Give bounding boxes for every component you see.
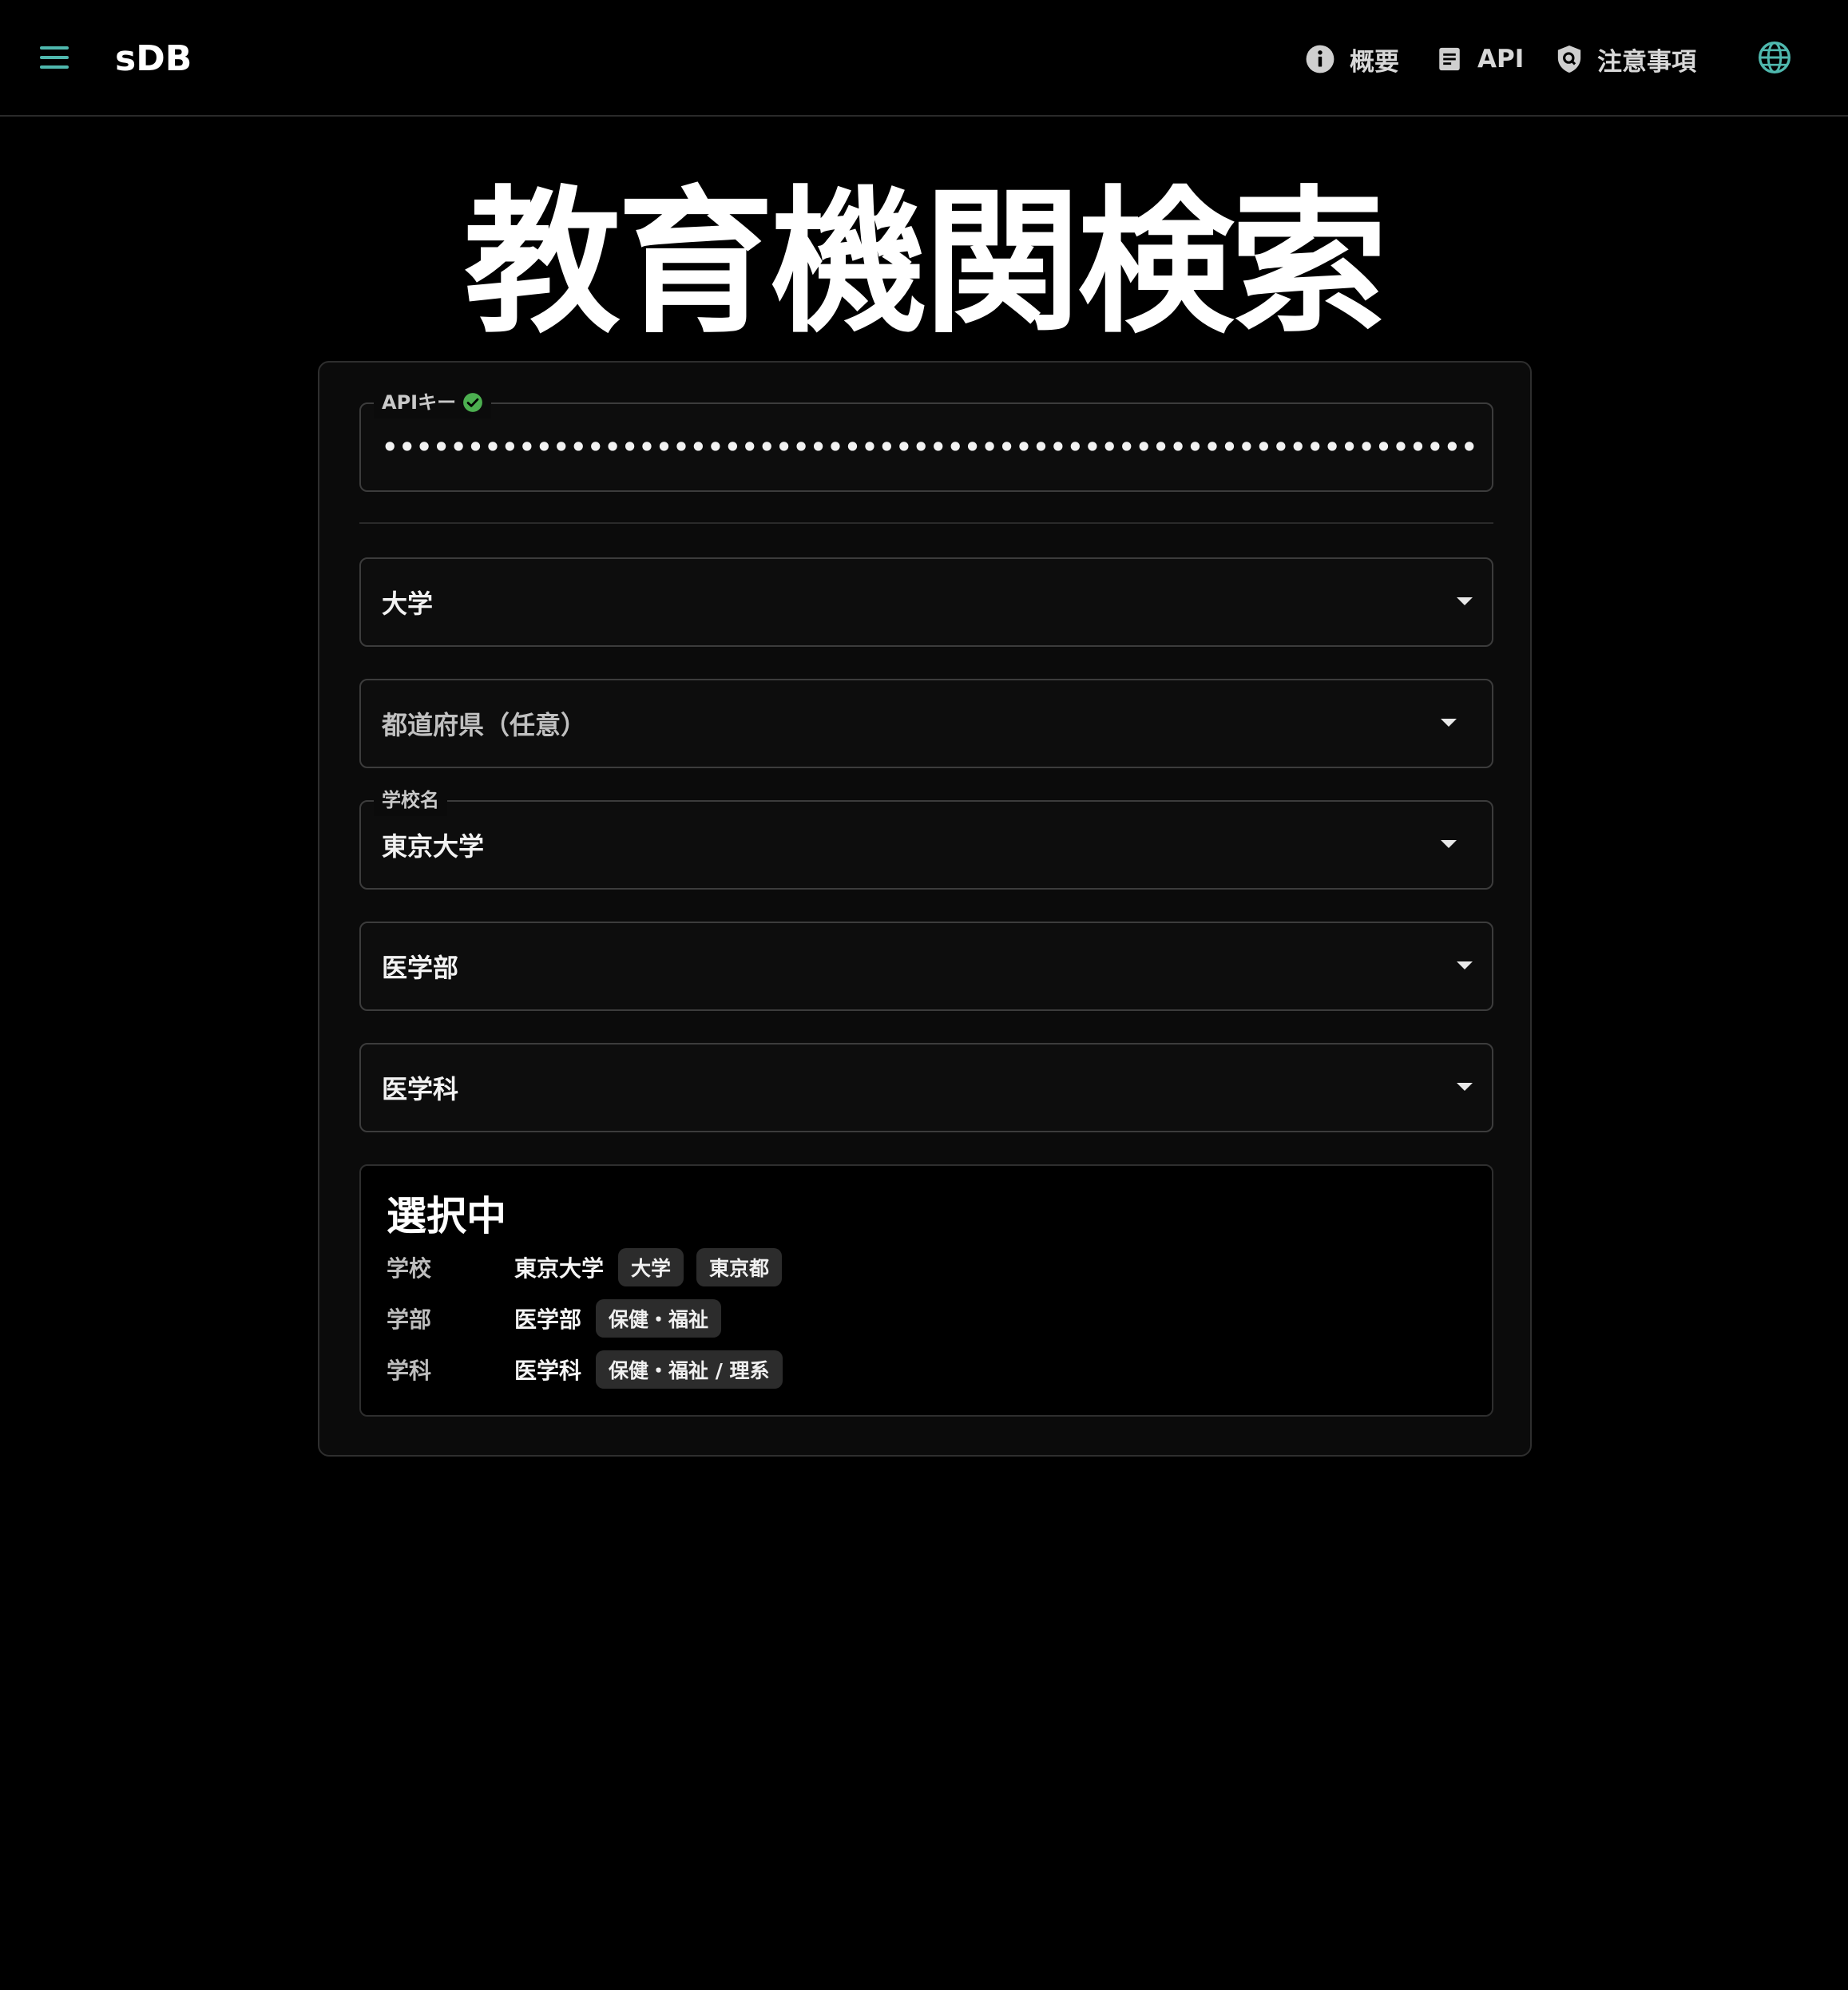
summary-value: 医学部 [514,1306,582,1333]
chevron-down-icon [1457,961,1473,969]
summary-key: 学科 [387,1358,432,1384]
school-name-select[interactable]: 学校名 東京大学 [359,784,1493,890]
faculty-select[interactable]: 医学部 [359,922,1493,1011]
summary-row-faculty: 学部 医学部 保健・福祉 [387,1298,734,1338]
globe-icon[interactable] [1757,40,1792,75]
nav-notes[interactable]: 注意事項 [1556,37,1696,81]
school-name-value: 東京大学 [382,831,485,862]
tag-chip: 大学 [618,1248,684,1286]
prefecture-select[interactable]: 都道府県（任意） [359,679,1493,768]
divider [359,522,1493,524]
api-key-field[interactable]: APIキー ••••••••••••••••••••••••••••••••••… [359,387,1493,492]
faculty-value: 医学部 [382,953,459,983]
app-bar: sDB 概要 API 注意事項 [0,0,1848,117]
tag-chip: 保健・福祉 / 理系 [596,1350,783,1389]
summary-value: 東京大学 [514,1255,605,1282]
nav-overview-label: 概要 [1350,47,1399,77]
school-type-select[interactable]: 大学 [359,557,1493,647]
search-panel: APIキー ••••••••••••••••••••••••••••••••••… [318,361,1532,1457]
chevron-down-icon [1457,597,1473,605]
summary-value: 医学科 [514,1358,582,1384]
department-value: 医学科 [382,1074,459,1104]
document-icon [1436,45,1463,73]
summary-row-department: 学科 医学科 保健・福祉 / 理系 [387,1350,795,1389]
info-icon [1305,44,1335,74]
page-title: 教育機関検索 [463,172,1387,355]
summary-key: 学校 [387,1255,432,1282]
nav-notes-label: 注意事項 [1597,47,1696,77]
nav-overview[interactable]: 概要 [1305,37,1399,81]
chevron-down-icon [1457,1083,1473,1091]
prefecture-placeholder: 都道府県（任意） [382,710,587,740]
summary-key: 学部 [387,1306,432,1333]
tag-chip: 保健・福祉 [596,1299,722,1338]
shield-icon [1556,44,1583,74]
chevron-down-icon [1441,719,1457,727]
menu-icon[interactable] [37,42,72,73]
nav-api-label: API [1477,45,1525,73]
tag-chip: 東京都 [696,1248,783,1286]
summary-title: 選択中 [387,1193,506,1239]
school-type-value: 大学 [382,589,434,619]
chevron-down-icon [1441,840,1457,848]
nav-api[interactable]: API [1436,37,1524,81]
department-select[interactable]: 医学科 [359,1043,1493,1132]
api-key-input[interactable]: ••••••••••••••••••••••••••••••••••••••••… [382,404,1478,490]
brand-logo[interactable]: sDB [115,35,192,83]
summary-row-school: 学校 東京大学 大学 東京都 [387,1247,795,1287]
selected-summary: 選択中 学校 東京大学 大学 東京都 学部 医学部 保健・福祉 学科 医学科 保… [359,1164,1493,1417]
